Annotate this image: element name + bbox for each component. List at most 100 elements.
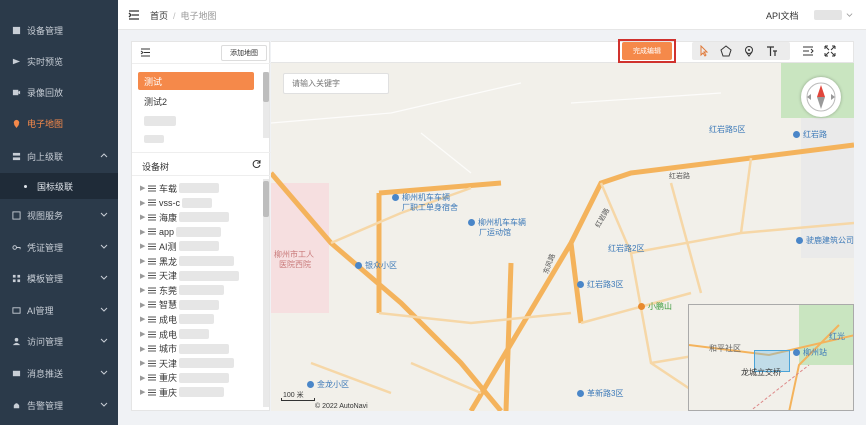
caret-right-icon[interactable]: ▶ (140, 286, 148, 294)
list-icon (148, 360, 156, 367)
sidebar-item-device-management[interactable]: 设备管理 (0, 17, 118, 43)
list-icon (148, 389, 156, 396)
device-icon (12, 26, 21, 35)
tree-row[interactable]: ▶ 重庆 (140, 385, 225, 399)
sidebar-subitem-gb-cascade[interactable]: 国标级联 (0, 173, 118, 199)
sidebar-item-view-service[interactable]: 视图服务 (0, 202, 118, 228)
poi-label: 红岩路2区 (608, 244, 645, 253)
marker-icon[interactable] (743, 45, 755, 57)
tree-row[interactable]: ▶ 车载 (140, 181, 220, 195)
caret-right-icon[interactable]: ▶ (140, 184, 148, 192)
caret-right-icon[interactable]: ▶ (140, 199, 148, 207)
tree-row[interactable]: ▶ 成电 (140, 327, 210, 341)
map-list-item[interactable] (138, 130, 254, 148)
sidebar-item-label: 模板管理 (27, 273, 64, 284)
list-icon (148, 301, 156, 308)
caret-right-icon[interactable]: ▶ (140, 272, 148, 280)
poi-label: 厂职工单身宿舍 (402, 203, 458, 212)
caret-right-icon[interactable]: ▶ (140, 330, 148, 338)
tree-row[interactable]: ▶ 黑龙 (140, 254, 235, 268)
draw-tools (692, 42, 790, 60)
map-list-item[interactable]: 测试 (138, 72, 254, 90)
tree-row-label: 天津 (159, 271, 178, 282)
tree-row[interactable]: ▶ 智慧 (140, 298, 220, 312)
tree-row[interactable]: ▶ 海康 (140, 210, 230, 224)
caret-right-icon[interactable]: ▶ (140, 315, 148, 323)
caret-right-icon[interactable]: ▶ (140, 228, 148, 236)
chevron-down-icon[interactable] (846, 11, 853, 18)
caret-right-icon[interactable]: ▶ (140, 242, 148, 250)
caret-right-icon[interactable]: ▶ (140, 374, 148, 382)
api-doc-link[interactable]: API文档 (766, 9, 799, 22)
list-icon (148, 316, 156, 323)
tree-row[interactable]: ▶ AI测 (140, 239, 219, 253)
breadcrumb-current: 电子地图 (180, 11, 217, 21)
list-icon[interactable] (802, 45, 814, 57)
map-canvas[interactable]: 红岩路5区 红岩路 柳州机车车辆 厂职工单身宿舍 柳州机车车辆 厂运动馆 柳州市… (271, 63, 854, 411)
sidebar-item-emap[interactable]: 电子地图 (0, 110, 118, 136)
compass-control[interactable] (801, 77, 841, 117)
list-icon (148, 185, 156, 191)
tree-row[interactable]: ▶ 天津 (140, 269, 240, 283)
caret-right-icon[interactable]: ▶ (140, 257, 148, 265)
avatar[interactable] (814, 10, 842, 20)
caret-right-icon[interactable]: ▶ (140, 301, 148, 309)
list-icon (148, 243, 156, 250)
bullet-icon (24, 184, 27, 188)
chevron-down-icon (100, 275, 108, 280)
sidebar-item-ai[interactable]: AI管理 (0, 297, 118, 323)
pointer-icon[interactable] (698, 44, 710, 57)
message-icon (12, 369, 21, 378)
tree-row[interactable]: ▶ vss-c (140, 196, 212, 210)
template-icon (12, 274, 21, 283)
polygon-icon[interactable] (720, 45, 732, 57)
map-list-item[interactable]: 测试2 (138, 92, 254, 110)
chevron-up-icon (100, 153, 108, 158)
fullscreen-icon[interactable] (824, 45, 836, 57)
caret-right-icon[interactable]: ▶ (140, 388, 148, 396)
sidebar-item-template[interactable]: 模板管理 (0, 265, 118, 291)
tree-row-label: 车载 (159, 183, 178, 194)
finish-edit-button[interactable]: 完成编辑 (622, 42, 672, 60)
tree-row-label: 重庆 (159, 373, 178, 384)
sidebar-item-alarm[interactable]: 告警管理 (0, 392, 118, 418)
caret-right-icon[interactable]: ▶ (140, 345, 148, 353)
device-tree-scrollbar[interactable] (263, 179, 269, 407)
add-map-button[interactable]: 添加地图 (221, 45, 267, 61)
map-list-scrollbar[interactable] (263, 72, 269, 138)
view-icon (12, 210, 21, 220)
list-icon (148, 199, 156, 206)
poi-label: 红岩路3区 (577, 279, 623, 290)
chevron-down-icon (100, 402, 108, 407)
text-icon[interactable] (766, 45, 778, 57)
sidebar-item-access[interactable]: 访问管理 (0, 328, 118, 354)
breadcrumb-home[interactable]: 首页 (150, 11, 168, 21)
cascade-icon (12, 152, 21, 161)
caret-right-icon[interactable]: ▶ (140, 359, 148, 367)
map-search-input[interactable] (283, 73, 389, 94)
tree-row[interactable]: ▶ 成电 (140, 312, 215, 326)
poi-label: 柳州站 (793, 347, 827, 358)
tree-row-label: 成电 (159, 314, 178, 325)
collapse-icon[interactable] (140, 47, 151, 58)
sidebar-item-live-preview[interactable]: 实时预览 (0, 48, 118, 74)
overview-minimap[interactable]: 和平社区 柳州站 龙城立交桥 红光 (688, 304, 854, 411)
caret-right-icon[interactable]: ▶ (140, 213, 148, 221)
list-icon (148, 272, 156, 279)
sidebar-item-cascade[interactable]: 向上级联 (0, 143, 118, 169)
tree-row[interactable]: ▶ 东莞 (140, 283, 225, 297)
tree-row[interactable]: ▶ 天津 (140, 356, 235, 370)
tree-row[interactable]: ▶ 城市 (140, 342, 230, 356)
list-icon (148, 228, 156, 235)
sidebar-item-credential[interactable]: 凭证管理 (0, 234, 118, 260)
tree-row[interactable]: ▶ 重庆 (140, 371, 230, 385)
refresh-icon[interactable] (252, 159, 262, 169)
sidebar-item-label: 录像回放 (27, 87, 64, 98)
sidebar-item-push[interactable]: 消息推送 (0, 360, 118, 386)
map-list-item[interactable] (138, 112, 254, 130)
sidebar-item-playback[interactable]: 录像回放 (0, 79, 118, 105)
tree-row[interactable]: ▶ app (140, 225, 222, 239)
menu-toggle-icon[interactable] (128, 9, 140, 21)
poi-label: 驶鹿建筑公司 (796, 235, 854, 246)
road-label: 红岩路 (669, 173, 690, 180)
